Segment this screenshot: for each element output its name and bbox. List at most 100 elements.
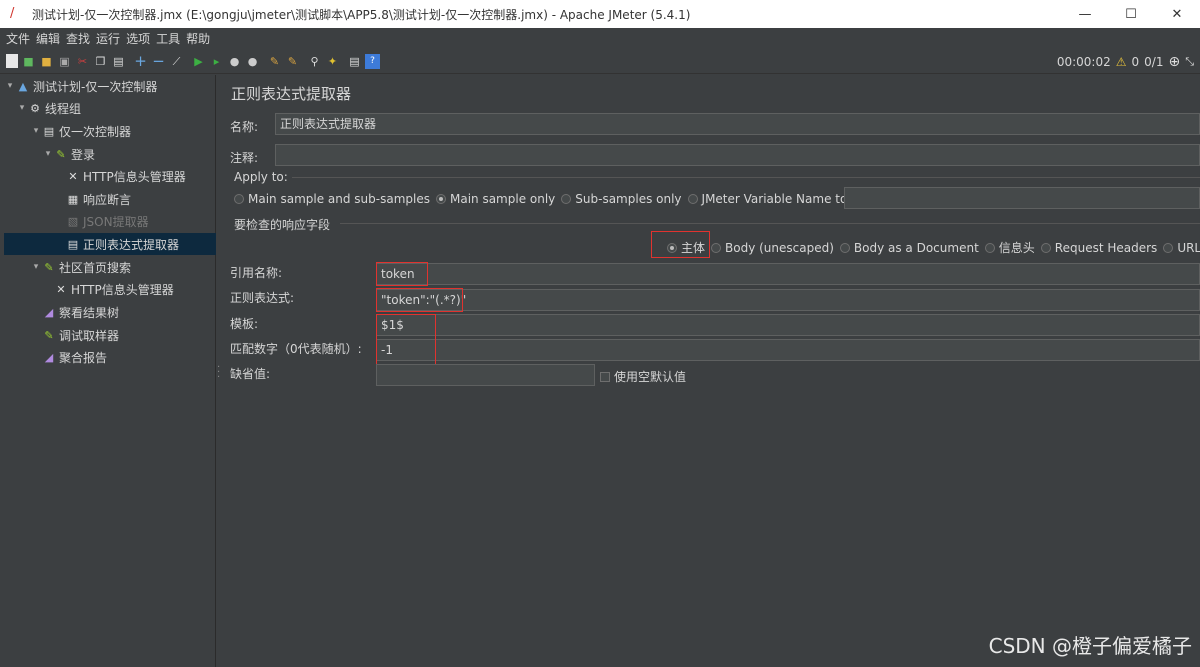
- test-plan-tree: ▾ ▲ 测试计划-仅一次控制器 ▾ ⚙ 线程组 ▾ ▤ 仅一次控制器 ▾ ✎ 登…: [0, 75, 216, 667]
- apply-main-only-radio[interactable]: Main sample only: [435, 192, 556, 206]
- tree-item-aggregate-report[interactable]: ◢ 聚合报告: [42, 346, 107, 368]
- collapse-icon[interactable]: −: [151, 53, 166, 69]
- menu-edit[interactable]: 编辑: [36, 30, 60, 47]
- tree-item-once-only-controller[interactable]: ▾ ▤ 仅一次控制器: [30, 120, 131, 142]
- menu-file[interactable]: 文件: [6, 30, 30, 47]
- reset-search-icon[interactable]: ✦: [325, 54, 340, 69]
- menu-help[interactable]: 帮助: [186, 30, 210, 47]
- close-button[interactable]: ✕: [1154, 0, 1200, 28]
- listener-icon: ◢: [44, 350, 54, 364]
- toolbar: ■ ■ ▣ ✂ ❐ ▤ + − ⟋ ▶ ▸ ● ● ✎ ✎ ⚲ ✦ ▤ ? 00…: [0, 49, 1200, 74]
- apply-sub-only-radio[interactable]: Sub-samples only: [561, 192, 682, 206]
- maximize-button[interactable]: ☐: [1108, 0, 1154, 28]
- template-field[interactable]: $1$: [376, 314, 1200, 336]
- field-body-document-radio[interactable]: Body as a Document: [839, 241, 979, 255]
- copy-icon[interactable]: ❐: [93, 54, 108, 69]
- comment-field[interactable]: [275, 144, 1200, 166]
- radio-icon: [561, 194, 572, 204]
- radio-label: Sub-samples only: [575, 192, 682, 206]
- highlight-template-and-match: [376, 314, 436, 365]
- paste-icon[interactable]: ▤: [111, 54, 126, 69]
- tree-item-debug-sampler[interactable]: ✎ 调试取样器: [42, 324, 119, 346]
- window-title: 测试计划-仅一次控制器.jmx (E:\gongju\jmeter\测试脚本\A…: [32, 7, 691, 22]
- remote-stop-icon[interactable]: ⤡: [1185, 55, 1194, 69]
- radio-label: Request Headers: [1054, 240, 1158, 255]
- regex-extractor-icon: ▤: [67, 237, 79, 251]
- tree-item-label: HTTP信息头管理器: [83, 169, 186, 184]
- minimize-button[interactable]: —: [1062, 0, 1108, 28]
- regex-field[interactable]: "token":"(.*?)": [376, 289, 1200, 311]
- radio-icon: [1040, 242, 1051, 253]
- tree-item-json-extractor[interactable]: ▧ JSON提取器: [66, 210, 149, 232]
- help-icon[interactable]: ?: [365, 53, 380, 69]
- use-empty-default-checkbox[interactable]: 使用空默认值: [600, 368, 686, 385]
- chevron-down-icon[interactable]: ▾: [16, 103, 28, 113]
- checkbox-icon[interactable]: [600, 371, 610, 382]
- tree-item-community-search[interactable]: ▾ ✎ 社区首页搜索: [30, 256, 131, 278]
- tree-item-view-results-tree[interactable]: ◢ 察看结果树: [42, 301, 119, 323]
- field-body-unescaped-radio[interactable]: Body (unescaped): [711, 241, 834, 255]
- highlight-ref-name: [376, 262, 428, 286]
- chevron-down-icon[interactable]: ▾: [4, 81, 16, 91]
- radio-label: Main sample only: [449, 192, 556, 206]
- tree-item-regex-extractor[interactable]: ▤ 正则表达式提取器: [4, 233, 216, 255]
- remote-start-icon[interactable]: ⊕: [1168, 54, 1180, 70]
- listener-icon: ◢: [44, 305, 54, 319]
- menu-tools[interactable]: 工具: [156, 30, 180, 47]
- tree-item-test-plan[interactable]: ▾ ▲ 测试计划-仅一次控制器: [4, 75, 158, 97]
- tree-item-label: 线程组: [45, 101, 82, 116]
- window-controls: — ☐ ✕: [1062, 0, 1200, 28]
- default-value-field[interactable]: [376, 364, 595, 386]
- radio-label: Body (unescaped): [725, 240, 834, 255]
- field-request-headers-radio[interactable]: Request Headers: [1040, 240, 1158, 255]
- chevron-down-icon[interactable]: ▾: [42, 149, 54, 159]
- ref-name-field[interactable]: token: [376, 263, 1200, 285]
- stop-icon[interactable]: ●: [227, 54, 242, 69]
- apply-main-and-sub-radio[interactable]: Main sample and sub-samples: [234, 192, 430, 206]
- radio-icon: [711, 242, 722, 253]
- warning-icon[interactable]: ⚠: [1116, 55, 1127, 69]
- clear-icon[interactable]: ✎: [267, 54, 282, 69]
- jmeter-variable-name-field[interactable]: [844, 187, 1200, 209]
- tree-item-label: 聚合报告: [59, 350, 108, 365]
- chevron-down-icon[interactable]: ▾: [30, 262, 42, 272]
- menu-run[interactable]: 运行: [96, 30, 120, 47]
- tree-item-header-manager-2[interactable]: ✕ HTTP信息头管理器: [54, 278, 173, 300]
- tree-item-label: 仅一次控制器: [59, 124, 132, 139]
- templates-icon[interactable]: ■: [21, 54, 36, 69]
- chevron-down-icon[interactable]: ▾: [30, 126, 42, 136]
- match-no-field[interactable]: -1: [376, 339, 1200, 361]
- header-manager-icon: ✕: [56, 282, 66, 296]
- toolbar-status: 00:00:02 ⚠ 0 0/1 ⊕ ⤡: [1057, 49, 1194, 74]
- apply-to-label: Apply to:: [234, 170, 288, 184]
- toggle-icon[interactable]: ⟋: [169, 54, 184, 69]
- thread-count: 0/1: [1144, 54, 1164, 69]
- open-icon[interactable]: ■: [39, 54, 54, 69]
- field-headers-radio[interactable]: 信息头: [984, 239, 1035, 256]
- save-icon[interactable]: ▣: [57, 54, 72, 69]
- search-icon[interactable]: ⚲: [307, 54, 322, 69]
- tree-item-header-manager[interactable]: ✕ HTTP信息头管理器: [66, 165, 186, 187]
- tree-item-label: 测试计划-仅一次控制器: [33, 79, 158, 94]
- clear-all-icon[interactable]: ✎: [285, 54, 300, 69]
- shutdown-icon[interactable]: ●: [245, 54, 260, 69]
- expand-icon[interactable]: +: [133, 53, 148, 69]
- radio-label: Main sample and sub-samples: [248, 192, 430, 206]
- name-field[interactable]: 正则表达式提取器: [275, 113, 1200, 135]
- panel-title: 正则表达式提取器: [231, 85, 352, 103]
- tree-item-login[interactable]: ▾ ✎ 登录: [42, 143, 95, 165]
- new-icon[interactable]: [6, 54, 18, 68]
- tree-item-label: 登录: [71, 147, 96, 162]
- menu-search[interactable]: 查找: [66, 30, 90, 47]
- cut-icon[interactable]: ✂: [75, 54, 90, 69]
- radio-icon: [687, 194, 698, 204]
- jmeter-feather-icon: /: [10, 6, 15, 21]
- function-helper-icon[interactable]: ▤: [347, 54, 362, 69]
- menu-options[interactable]: 选项: [126, 30, 150, 47]
- menu-bar: 文件 编辑 查找 运行 选项 工具 帮助: [0, 28, 1200, 49]
- start-icon[interactable]: ▶: [191, 54, 206, 69]
- start-no-pauses-icon[interactable]: ▸: [209, 54, 224, 69]
- tree-item-response-assertion[interactable]: ▦ 响应断言: [66, 188, 131, 210]
- field-url-radio[interactable]: URL: [1163, 241, 1200, 255]
- tree-item-thread-group[interactable]: ▾ ⚙ 线程组: [16, 97, 81, 119]
